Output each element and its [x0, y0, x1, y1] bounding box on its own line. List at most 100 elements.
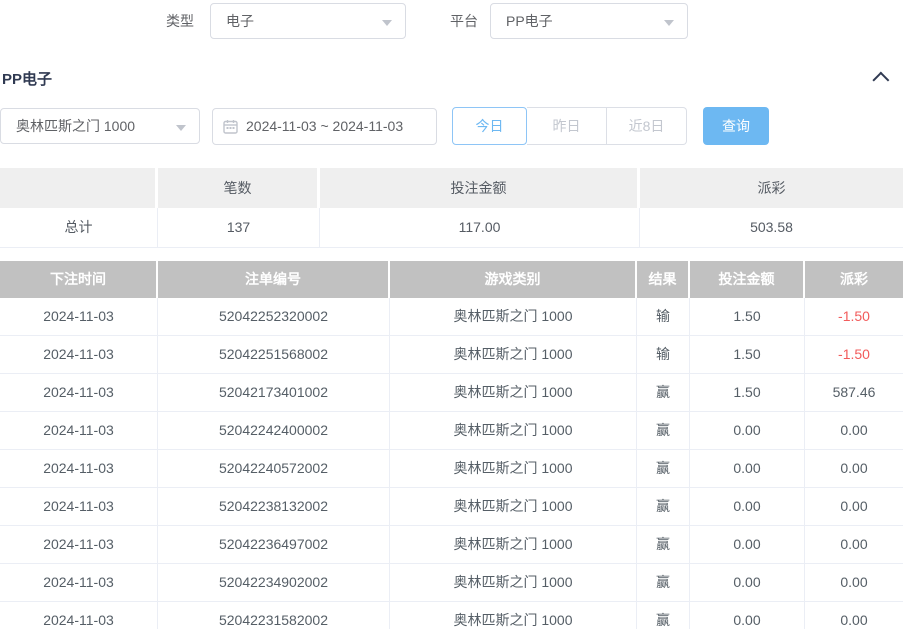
cell-result: 赢: [637, 602, 690, 629]
section-title: PP电子: [2, 68, 52, 89]
cell-order-no: 52042238132002: [158, 488, 390, 526]
cell-result: 赢: [637, 564, 690, 602]
cell-result: 赢: [637, 374, 690, 412]
today-button[interactable]: 今日: [452, 107, 527, 145]
top-filter-bar: 类型 电子 平台 PP电子: [0, 2, 903, 40]
search-button[interactable]: 查询: [703, 107, 769, 145]
type-label: 类型: [166, 11, 194, 31]
table-row: 2024-11-0352042234902002奥林匹斯之门 1000赢0.00…: [0, 564, 903, 602]
cell-order-no: 52042242400002: [158, 412, 390, 450]
section-header: PP电子: [0, 64, 903, 92]
platform-select-value: PP电子: [506, 13, 553, 29]
bets-table: 下注时间 注单编号 游戏类别 结果 投注金额 派彩 2024-11-035204…: [0, 261, 903, 629]
cell-payout: 0.00: [805, 450, 903, 488]
cell-result: 赢: [637, 412, 690, 450]
cell-payout: -1.50: [805, 298, 903, 336]
cell-bet-amount: 0.00: [690, 412, 805, 450]
cell-bet-time: 2024-11-03: [0, 488, 158, 526]
date-range-value: 2024-11-03 ~ 2024-11-03: [246, 118, 403, 134]
cell-game-category: 奥林匹斯之门 1000: [390, 374, 637, 412]
cell-game-category: 奥林匹斯之门 1000: [390, 564, 637, 602]
cell-bet-time: 2024-11-03: [0, 412, 158, 450]
cell-payout: -1.50: [805, 336, 903, 374]
summary-bet-amount-value: 117.00: [320, 208, 640, 248]
type-select[interactable]: 电子: [210, 3, 406, 39]
cell-bet-amount: 1.50: [690, 336, 805, 374]
table-row: 2024-11-0352042238132002奥林匹斯之门 1000赢0.00…: [0, 488, 903, 526]
table-row: 2024-11-0352042173401002奥林匹斯之门 1000赢1.50…: [0, 374, 903, 412]
cell-bet-time: 2024-11-03: [0, 298, 158, 336]
header-result: 结果: [637, 261, 690, 298]
cell-payout: 0.00: [805, 412, 903, 450]
last-8-days-button[interactable]: 近8日: [607, 107, 687, 145]
cell-payout: 0.00: [805, 488, 903, 526]
quick-date-button-group: 今日 昨日 近8日: [452, 107, 687, 145]
summary-count-value: 137: [158, 208, 320, 248]
table-row: 2024-11-0352042236497002奥林匹斯之门 1000赢0.00…: [0, 526, 903, 564]
header-order-no: 注单编号: [158, 261, 390, 298]
cell-bet-time: 2024-11-03: [0, 450, 158, 488]
header-bet-time: 下注时间: [0, 261, 158, 298]
cell-game-category: 奥林匹斯之门 1000: [390, 298, 637, 336]
cell-order-no: 52042236497002: [158, 526, 390, 564]
bets-table-header: 下注时间 注单编号 游戏类别 结果 投注金额 派彩: [0, 261, 903, 298]
cell-game-category: 奥林匹斯之门 1000: [390, 488, 637, 526]
cell-game-category: 奥林匹斯之门 1000: [390, 336, 637, 374]
header-bet-amount: 投注金额: [690, 261, 805, 298]
table-row: 2024-11-0352042231582002奥林匹斯之门 1000赢 0.00…: [0, 602, 903, 629]
summary-header-empty: [0, 168, 158, 208]
cell-order-no: 52042231582002: [158, 602, 390, 629]
chevron-down-icon: [176, 125, 186, 131]
cell-bet-amount: 1.50: [690, 374, 805, 412]
summary-table: 笔数 投注金额 派彩 总计 137 117.00 503.58: [0, 168, 903, 248]
cell-order-no: 52042234902002: [158, 564, 390, 602]
game-select[interactable]: 奥林匹斯之门 1000: [0, 108, 200, 144]
collapse-chevron-up-icon[interactable]: [872, 72, 889, 89]
summary-payout-value: 503.58: [640, 208, 903, 248]
summary-header-bet-amount: 投注金额: [320, 168, 640, 208]
cell-bet-amount: 0.00: [690, 450, 805, 488]
summary-header-payout: 派彩: [640, 168, 903, 208]
cell-bet-amount: 0.00: [690, 488, 805, 526]
cell-payout: 0.00: [805, 526, 903, 564]
summary-table-row: 总计 137 117.00 503.58: [0, 208, 903, 248]
yesterday-button[interactable]: 昨日: [527, 107, 607, 145]
cell-game-category: 奥林匹斯之门 1000: [390, 450, 637, 488]
cell-order-no: 52042173401002: [158, 374, 390, 412]
cell-bet-amount: 0.00: [690, 564, 805, 602]
cell-game-category: 奥林匹斯之门 1000: [390, 526, 637, 564]
game-select-value: 奥林匹斯之门 1000: [16, 118, 135, 134]
table-row: 2024-11-0352042251568002奥林匹斯之门 1000输1.50…: [0, 336, 903, 374]
cell-bet-time: 2024-11-03: [0, 374, 158, 412]
type-select-value: 电子: [226, 13, 254, 29]
cell-order-no: 52042240572002: [158, 450, 390, 488]
date-range-input[interactable]: 2024-11-03 ~ 2024-11-03: [212, 108, 437, 145]
cell-order-no: 52042251568002: [158, 336, 390, 374]
calendar-icon: [223, 119, 238, 134]
cell-bet-amount: 1.50: [690, 298, 805, 336]
table-row: 2024-11-0352042252320002奥林匹斯之门 1000输1.50…: [0, 298, 903, 336]
bets-table-body: 2024-11-0352042252320002奥林匹斯之门 1000输1.50…: [0, 298, 903, 629]
chevron-down-icon: [382, 20, 392, 26]
summary-table-header: 笔数 投注金额 派彩: [0, 168, 903, 208]
cell-bet-time: 2024-11-03: [0, 564, 158, 602]
chevron-down-icon: [664, 20, 674, 26]
cell-result: 赢: [637, 488, 690, 526]
cell-payout: 0.00: [805, 564, 903, 602]
cell-order-no: 52042252320002: [158, 298, 390, 336]
platform-select[interactable]: PP电子: [490, 3, 688, 39]
cell-bet-time: 2024-11-03: [0, 336, 158, 374]
cell-bet-time: 2024-11-03: [0, 526, 158, 564]
platform-label: 平台: [450, 11, 478, 31]
cell-bet-time: 2024-11-03: [0, 602, 158, 629]
cell-result: 输: [637, 298, 690, 336]
cell-payout: 0.00: [805, 602, 903, 629]
cell-payout: 587.46: [805, 374, 903, 412]
cell-game-category: 奥林匹斯之门 1000: [390, 602, 637, 629]
cell-bet-amount: 0.00: [690, 526, 805, 564]
cell-result: 输: [637, 336, 690, 374]
cell-result: 赢: [637, 526, 690, 564]
filter-bar: 奥林匹斯之门 1000 2024-11-03 ~ 2024-11-03 今日 昨…: [0, 106, 903, 146]
summary-header-count: 笔数: [158, 168, 320, 208]
header-payout: 派彩: [805, 261, 903, 298]
